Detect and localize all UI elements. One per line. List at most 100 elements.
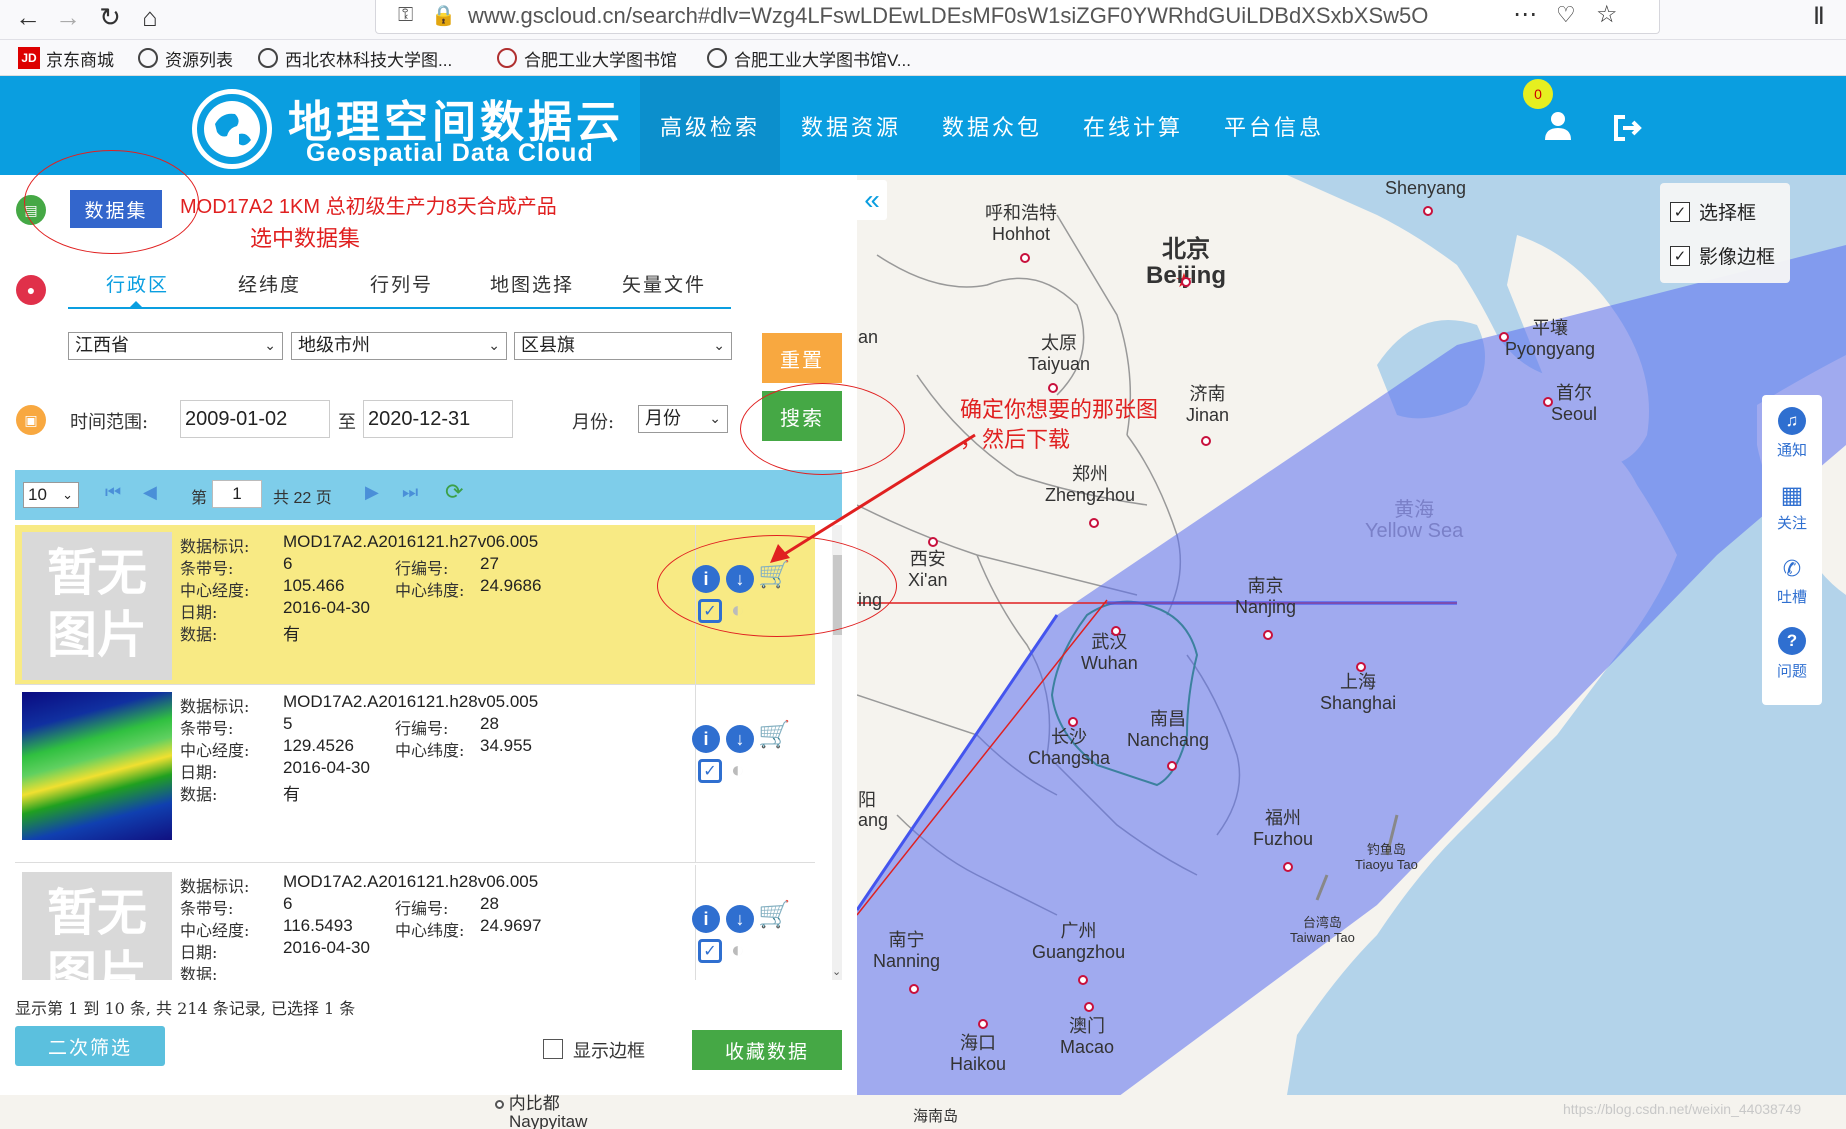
refresh-icon[interactable]: ⟳ [445, 479, 463, 505]
first-page-icon[interactable]: ⏮ [105, 482, 121, 503]
thumbnail-text: 暂无图片 [47, 884, 147, 980]
page-number-input[interactable]: 1 [212, 480, 262, 508]
field-value-id: MOD17A2.A2016121.h28v06.005 [283, 872, 539, 891]
map-view[interactable]: ★ [857, 175, 1846, 1095]
city-name-cn: 上海 [1340, 672, 1377, 692]
month-select[interactable]: 月份 ⌄ [638, 405, 728, 433]
calendar-icon: ▣ [16, 405, 46, 435]
checkbox-checked-icon[interactable]: ✓ [1670, 245, 1690, 266]
page-total: 共 22 页 [273, 490, 332, 507]
help-icon[interactable]: ? [1778, 627, 1806, 655]
page-actions-icon[interactable]: ⋯ [1513, 0, 1537, 29]
bookmark-jd[interactable]: JD 京东商城 [18, 46, 114, 70]
province-select[interactable]: 江西省 ⌄ [68, 332, 283, 360]
city-label: 太原 Taiyuan [1028, 333, 1090, 375]
home-icon[interactable]: ⌂ [130, 0, 170, 34]
last-page-icon[interactable]: ⏭ [402, 482, 418, 503]
tab-path-row[interactable]: 行列号 [370, 270, 433, 297]
nav-advanced-search[interactable]: 高级检索 [640, 76, 780, 175]
collect-data-button[interactable]: 收藏数据 [692, 1030, 842, 1070]
field-label-lat: 中心纬度: [395, 581, 465, 600]
hide-eye-icon[interactable]: ◐ [731, 937, 744, 963]
city-dot [1167, 761, 1177, 771]
collapse-panel-icon[interactable]: « [857, 180, 887, 220]
tab-vector-file[interactable]: 矢量文件 [622, 270, 706, 297]
question-label[interactable]: 问题 [1762, 660, 1822, 681]
tab-lat-lon[interactable]: 经纬度 [238, 270, 301, 297]
option-select-box[interactable]: ✓ 选择框 [1670, 198, 1756, 225]
bookmark-star-icon[interactable]: ☆ [1596, 0, 1618, 29]
follow-label[interactable]: 关注 [1762, 512, 1822, 533]
cart-icon[interactable]: 🛒 [758, 899, 790, 930]
info-icon[interactable]: i [692, 905, 720, 933]
qr-code-icon[interactable]: ▦ [1778, 481, 1806, 509]
select-check-icon[interactable]: ✓ [698, 759, 722, 783]
show-border-checkbox[interactable] [543, 1039, 563, 1059]
city-select[interactable]: 地级市州 ⌄ [291, 332, 507, 360]
info-icon[interactable]: i [692, 725, 720, 753]
date-separator: 至 [338, 412, 356, 433]
library-icon[interactable]: Ⅱ [1813, 2, 1825, 31]
bookmark-hfut-library[interactable]: 合肥工业大学图书馆 [497, 46, 677, 70]
date-to-input[interactable]: 2020-12-31 [363, 400, 513, 438]
jd-icon: JD [18, 47, 40, 69]
bookmark-label: 合肥工业大学图书馆V... [734, 50, 911, 70]
insecure-lock-icon[interactable]: 🔒 [431, 3, 456, 28]
tab-map-select[interactable]: 地图选择 [490, 270, 574, 297]
notification-badge[interactable]: 0 [1523, 79, 1553, 109]
address-bar[interactable]: ⚿ 🔒 www.gscloud.cn/search#dlv=Wzg4LFswLD… [375, 0, 1660, 34]
date-from-input[interactable]: 2009-01-02 [180, 400, 330, 438]
reload-icon[interactable]: ↻ [90, 0, 130, 34]
scroll-down-icon[interactable]: ⌄ [832, 965, 841, 978]
result-row[interactable]: 数据标识: MOD17A2.A2016121.h28v05.005 条带号: 5 行编号… [15, 685, 815, 863]
city-dot [1543, 397, 1553, 407]
speaker-icon[interactable]: ♫ [1778, 407, 1806, 435]
nav-crowdsourcing[interactable]: 数据众包 [922, 76, 1062, 175]
city-label: 郑州 Zhengzhou [1045, 464, 1135, 506]
url-text[interactable]: www.gscloud.cn/search#dlv=Wzg4LFswLDEwLD… [468, 3, 1428, 29]
back-icon[interactable]: ← [8, 0, 48, 34]
thumbnail-placeholder[interactable]: 暂无图片 [22, 532, 172, 680]
shield-icon[interactable]: ⚿ [398, 4, 413, 27]
prev-page-icon[interactable]: ◀ [143, 482, 157, 503]
results-summary: 显示第 1 到 10 条, 共 214 条记录, 已选择 1 条 [15, 999, 356, 1018]
checkbox-checked-icon[interactable]: ✓ [1670, 201, 1690, 222]
select-check-icon[interactable]: ✓ [698, 939, 722, 963]
field-label-data: 数据: [180, 965, 218, 980]
city-label: 上海 Shanghai [1320, 672, 1396, 714]
refilter-button[interactable]: 二次筛选 [15, 1026, 165, 1066]
thumbnail-image[interactable] [22, 692, 172, 840]
download-icon[interactable]: ↓ [726, 725, 754, 753]
hide-eye-icon[interactable]: ◐ [731, 757, 744, 783]
logout-icon[interactable] [1613, 114, 1643, 142]
bookmark-hfut-library-v[interactable]: 合肥工业大学图书馆V... [707, 46, 911, 70]
thumbnail-placeholder[interactable]: 暂无图片 [22, 872, 172, 980]
bookmark-nwafu[interactable]: 西北农林科技大学图... [258, 46, 452, 70]
nav-online-compute[interactable]: 在线计算 [1063, 76, 1203, 175]
result-row[interactable]: 暂无图片 数据标识: MOD17A2.A2016121.h28v06.005 条带号:… [15, 865, 815, 980]
county-select[interactable]: 区县旗 ⌄ [514, 332, 732, 360]
cart-icon[interactable]: 🛒 [758, 719, 790, 750]
page-size-select[interactable]: 10 ⌄ [23, 482, 79, 508]
field-label-data: 数据: [180, 625, 218, 644]
option-image-border[interactable]: ✓ 影像边框 [1670, 242, 1775, 269]
city-name-en: Jinan [1186, 405, 1230, 425]
download-icon[interactable]: ↓ [726, 905, 754, 933]
city-label: 广州 Guangzhou [1032, 921, 1125, 963]
notice-label[interactable]: 通知 [1762, 439, 1822, 460]
nav-data-resources[interactable]: 数据资源 [781, 76, 921, 175]
bookmark-resources[interactable]: 资源列表 [138, 46, 233, 70]
tab-admin-region[interactable]: 行政区 [106, 270, 169, 297]
reset-button[interactable]: 重置 [762, 333, 842, 383]
nav-platform-info[interactable]: 平台信息 [1204, 76, 1344, 175]
next-page-icon[interactable]: ▶ [365, 482, 379, 503]
forward-icon[interactable]: → [48, 0, 88, 34]
phone-icon[interactable]: ✆ [1778, 555, 1806, 583]
user-icon[interactable] [1543, 110, 1573, 142]
annotation-confirm-text: 确定你想要的那张图 ，然后下载 [960, 396, 1158, 456]
pocket-icon[interactable]: ♡ [1556, 2, 1576, 28]
feedback-label[interactable]: 吐槽 [1762, 586, 1822, 607]
row-divider [695, 685, 696, 862]
city-dot [1078, 975, 1088, 985]
city-name-cn: 呼和浩特 [985, 203, 1057, 223]
